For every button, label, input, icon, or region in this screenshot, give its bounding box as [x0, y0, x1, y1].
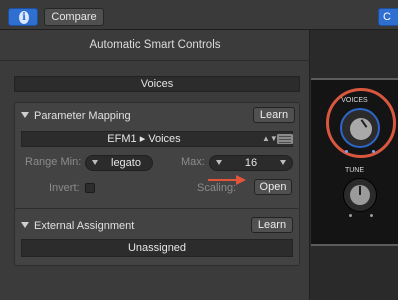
parameter-target-label: EFM1 ▸ Voices — [107, 133, 181, 145]
range-min-label: Range Min: — [25, 156, 82, 168]
external-learn-button[interactable]: Learn — [251, 217, 293, 233]
external-assignment-header[interactable]: External Assignment — [21, 219, 134, 233]
indicator-dot — [372, 150, 375, 153]
voices-knob-label: VOICES — [341, 97, 368, 104]
max-label: Max: — [181, 156, 205, 168]
max-value: 16 — [244, 157, 258, 169]
chevron-down-icon — [280, 160, 286, 165]
invert-checkbox[interactable] — [85, 183, 95, 193]
parameter-mapping-header[interactable]: Parameter Mapping — [21, 109, 131, 123]
indicator-dot — [349, 214, 352, 217]
divider — [0, 60, 310, 61]
smart-controls-inspector: Automatic Smart Controls Voices Paramete… — [0, 30, 310, 300]
parameter-mapping-title: Parameter Mapping — [34, 110, 131, 122]
chevron-down-icon — [216, 160, 222, 165]
toolbar-right-button[interactable]: C — [378, 8, 398, 26]
mapping-icon[interactable] — [277, 134, 293, 144]
control-name-field[interactable]: Voices — [14, 76, 300, 92]
scaling-open-button[interactable]: Open — [254, 179, 292, 195]
panel-title: Automatic Smart Controls — [89, 39, 221, 51]
top-toolbar: i Compare C — [0, 0, 398, 30]
info-icon: i — [19, 11, 29, 24]
compare-button[interactable]: Compare — [44, 8, 104, 26]
invert-label: Invert: — [49, 182, 80, 194]
callout-arrow-icon — [208, 175, 246, 185]
range-min-value: legato — [111, 157, 141, 169]
chevron-down-icon — [92, 160, 98, 165]
parameter-learn-button[interactable]: Learn — [253, 107, 295, 123]
indicator-dot — [345, 150, 348, 153]
tune-knob-label: TUNE — [344, 167, 365, 174]
knob-pointer — [359, 186, 361, 195]
knob-cap — [350, 118, 372, 140]
external-assignment-section: External Assignment Learn Unassigned — [14, 208, 300, 266]
parameter-target-popup[interactable]: EFM1 ▸ Voices ▲▼ — [21, 131, 293, 147]
info-button[interactable]: i — [8, 8, 38, 26]
disclosure-triangle-icon[interactable] — [21, 222, 29, 228]
assignment-status: Unassigned — [21, 239, 293, 257]
disclosure-triangle-icon[interactable] — [21, 112, 29, 118]
max-popup[interactable]: 16 — [209, 155, 293, 171]
indicator-dot — [370, 214, 373, 217]
voices-knob[interactable] — [340, 108, 380, 148]
knob-pointer — [360, 119, 368, 128]
tune-knob[interactable] — [343, 178, 377, 212]
stepper-icon: ▲▼ — [262, 134, 278, 143]
knob-cap — [350, 185, 370, 205]
range-min-popup[interactable]: legato — [85, 155, 153, 171]
external-assignment-title: External Assignment — [34, 220, 135, 232]
